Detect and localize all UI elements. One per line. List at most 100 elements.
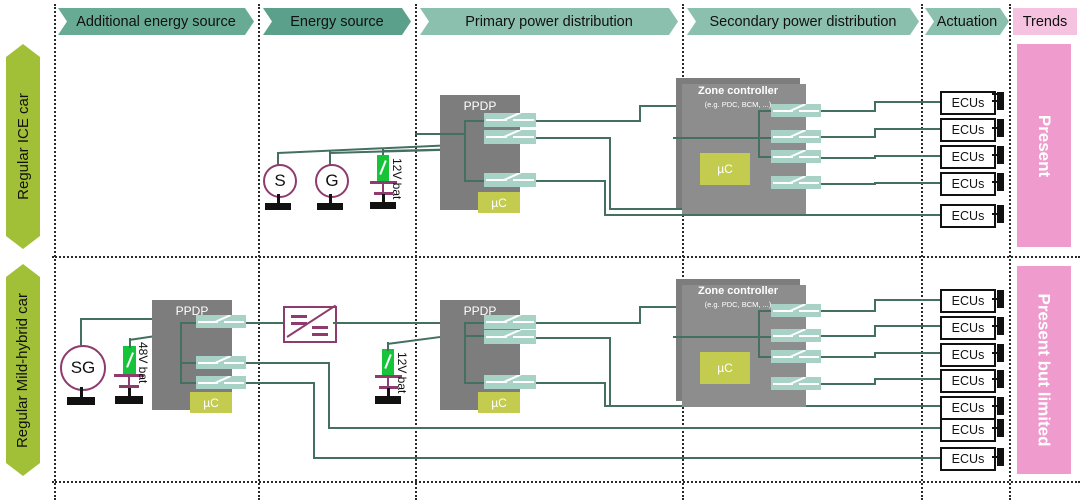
zc-hybrid-internal-bus <box>758 310 760 358</box>
battery-48v-label: 48V bat <box>136 342 150 383</box>
ecu-hybrid-1-ground-bar <box>997 290 1004 308</box>
ecu-ice-5-ground-bar <box>997 205 1004 223</box>
wire-ppdp-ice-out1-v <box>639 105 641 122</box>
ecu-ice-1-ground-stem <box>992 100 998 102</box>
ecu-hybrid-5: ECUs <box>940 396 996 420</box>
ppdp12-internal-bus <box>464 322 466 384</box>
trend-label: Present <box>1035 114 1054 177</box>
ecu-hybrid-7-ground-bar <box>997 448 1004 466</box>
ppdp-12v-switch-3[interactable] <box>484 375 536 389</box>
ecu-ice-3: ECUs <box>940 145 996 169</box>
ecu-label: ECUs <box>951 96 985 110</box>
ppdp-ice-switch-1[interactable] <box>484 113 536 127</box>
ecu-hybrid-4-ground-stem <box>992 378 998 380</box>
zone-controller-ice-switch-2[interactable] <box>771 130 821 143</box>
battery-48v-label-text: 48V bat <box>136 342 150 384</box>
battery-12v-label-ice: 12V bat <box>390 158 404 199</box>
ecu-ice-1: ECUs <box>940 91 996 115</box>
starter-ground-bar <box>265 203 291 210</box>
column-separator-5 <box>921 4 923 500</box>
ecu-hybrid-3: ECUs <box>940 343 996 367</box>
wire-zch-e4-a <box>812 383 876 385</box>
ecu-hybrid-6: ECUs <box>940 418 996 442</box>
ppdp-12v-switch-1[interactable] <box>484 315 536 329</box>
ppdp-ice-switch-3[interactable] <box>484 173 536 187</box>
ecu-ice-3-ground-stem <box>992 154 998 156</box>
ecu-hybrid-1: ECUs <box>940 289 996 313</box>
wire-ppdp12-out2-a <box>526 337 611 339</box>
sg-ground-bar <box>67 397 95 405</box>
column-separator-2 <box>258 4 260 500</box>
wire-sg-riser <box>80 318 82 346</box>
wire-ppdp48-out2-a <box>240 362 330 364</box>
ecu-hybrid-1-ground-stem <box>992 298 998 300</box>
column-header-trends: Trends <box>1013 8 1077 35</box>
fuse-12v-hybrid <box>382 349 394 375</box>
dcdc-converter <box>283 304 337 343</box>
column-header-primary-power-distribution: Primary power distribution <box>420 8 678 35</box>
ecu-hybrid-6-ground-bar <box>997 419 1004 437</box>
zone-controller-ice-mcu: µC <box>700 153 750 185</box>
ecu-ice-3-ground-bar <box>997 146 1004 164</box>
zone-controller-hybrid-title: Zone controller <box>697 285 779 297</box>
fuse-48v <box>123 346 136 374</box>
ecu-hybrid-7-ground-stem <box>992 456 998 458</box>
wire-zch-e3-b <box>874 352 942 354</box>
ecu-hybrid-6-ground-stem <box>992 427 998 429</box>
wire-ppdp12-out2-v <box>609 337 611 407</box>
ecu-ice-2-ground-stem <box>992 127 998 129</box>
battery-12v-label-text-hybrid: 12V bat <box>395 352 409 394</box>
source-generator-label: G <box>325 171 339 190</box>
zone-controller-ice-switch-1[interactable] <box>771 104 821 117</box>
zone-controller-ice-switch-3[interactable] <box>771 150 821 163</box>
wire-ppdp12-out3-v <box>604 382 606 406</box>
ppdp-48v-switch-2[interactable] <box>196 356 246 369</box>
ecu-ice-1-ground-bar <box>997 92 1004 110</box>
ecu-hybrid-4: ECUs <box>940 369 996 393</box>
battery-48v-ground-bar <box>115 396 143 404</box>
wire-zch-e2-a <box>812 335 876 337</box>
ppdp-12v-switch-2[interactable] <box>484 330 536 344</box>
wire-ppdp12-out1-v <box>639 306 641 323</box>
column-header-label: Energy source <box>290 13 384 30</box>
zone-controller-hybrid-switch-2[interactable] <box>771 329 821 342</box>
ecu-label: ECUs <box>951 321 985 335</box>
ecu-ice-4: ECUs <box>940 172 996 196</box>
zone-controller-hybrid-switch-3[interactable] <box>771 350 821 363</box>
column-header-label: Trends <box>1022 13 1068 30</box>
ppdp-48v-switch-1[interactable] <box>196 315 246 328</box>
ppdp-48v-switch-3[interactable] <box>196 376 246 389</box>
column-separator-1 <box>54 4 56 500</box>
ecu-hybrid-2: ECUs <box>940 316 996 340</box>
ppdp-12v-mcu-label: µC <box>491 395 507 410</box>
column-header-label: Primary power distribution <box>465 13 633 30</box>
source-starter-label: S <box>274 171 286 190</box>
wire-ppdp-ice-out2-a <box>526 137 611 139</box>
zone-controller-hybrid-switch-1[interactable] <box>771 304 821 317</box>
wire-zch-e1-a <box>812 310 876 312</box>
wire-ppdp48-out3-v <box>313 382 315 458</box>
column-header-energy-source: Energy source <box>263 8 411 35</box>
ppdp-ice-mcu-label: µC <box>491 195 507 210</box>
source-starter-generator: SG <box>60 345 106 391</box>
column-header-label: Actuation <box>936 13 998 30</box>
ecu-hybrid-4-ground-bar <box>997 370 1004 388</box>
ecu-ice-5: ECUs <box>940 204 996 228</box>
column-header-additional-energy-source: Additional energy source <box>58 8 254 35</box>
ecu-ice-2-ground-bar <box>997 119 1004 137</box>
row-label-text: Regular ICE car <box>14 93 32 200</box>
wire-zch-e3-a <box>812 356 876 358</box>
dcdc-bar-4 <box>312 333 328 336</box>
ecu-label: ECUs <box>951 452 985 466</box>
ecu-hybrid-2-ground-stem <box>992 325 998 327</box>
ppdp12-internal-t1 <box>464 322 486 324</box>
zone-controller-ice-mcu-label: µC <box>717 162 733 176</box>
zone-controller-ice-title: Zone controller <box>697 85 779 97</box>
ppdp-48v-mcu: µC <box>190 392 232 413</box>
ppdp-ice-switch-2[interactable] <box>484 130 536 144</box>
row-label-regular-ice-car: Regular ICE car <box>6 44 40 249</box>
zone-controller-ice-switch-4[interactable] <box>771 176 821 189</box>
zone-controller-hybrid-switch-4[interactable] <box>771 377 821 390</box>
ppdp-ice-internal-t3 <box>464 180 486 182</box>
generator-ground-bar <box>317 203 343 210</box>
